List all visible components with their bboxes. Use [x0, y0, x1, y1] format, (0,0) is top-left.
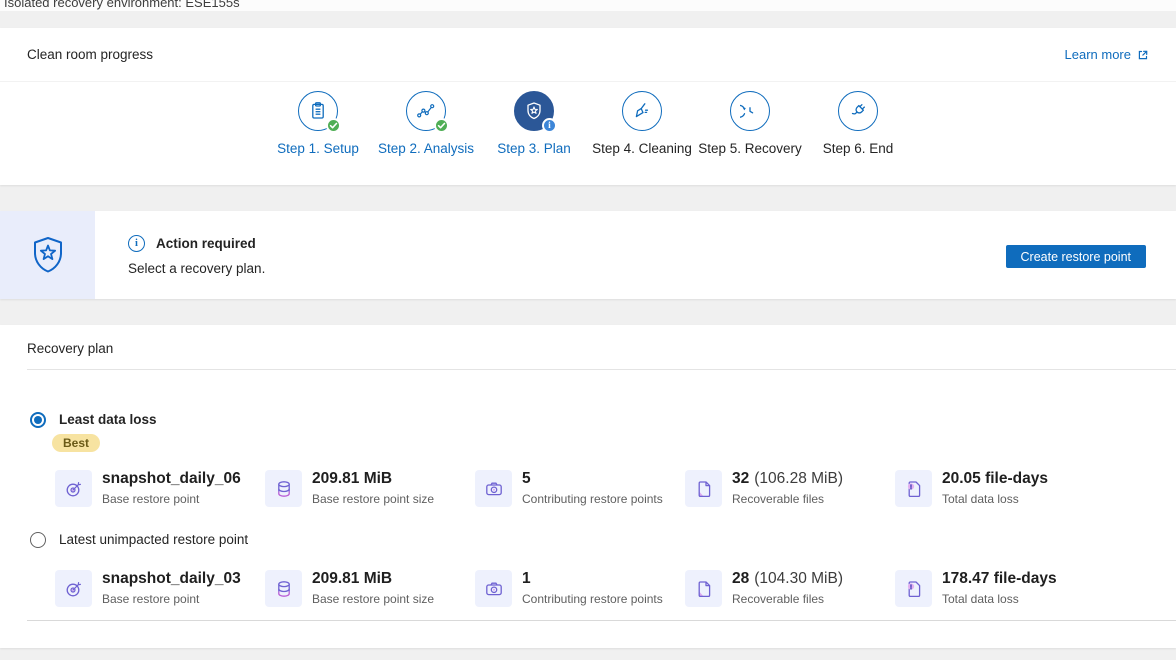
step-3-label: Step 3. Plan	[497, 141, 571, 156]
step-5-label: Step 5. Recovery	[698, 141, 802, 156]
step-5-recovery[interactable]: Step 5. Recovery	[696, 91, 804, 156]
step-6-label: Step 6. End	[823, 141, 894, 156]
stat-base-restore-point: snapshot_daily_06 Base restore point	[55, 470, 265, 507]
info-icon: i	[128, 235, 145, 252]
option-label: Latest unimpacted restore point	[59, 532, 248, 547]
radio-least-data-loss[interactable]	[30, 412, 46, 428]
step-3-plan[interactable]: i Step 3. Plan	[480, 91, 588, 156]
option-label: Least data loss	[59, 412, 157, 427]
step-6-end[interactable]: Step 6. End	[804, 91, 912, 156]
option-least-data-loss[interactable]: Least data loss	[0, 412, 1176, 428]
action-message: Select a recovery plan.	[128, 261, 265, 276]
step-1-setup[interactable]: Step 1. Setup	[264, 91, 372, 156]
divider	[27, 369, 1176, 370]
stat-base-restore-point: snapshot_daily_03 Base restore point	[55, 570, 265, 607]
best-badge: Best	[52, 434, 100, 452]
progress-header: Clean room progress Learn more	[0, 28, 1176, 82]
line-chart-icon	[416, 101, 436, 121]
option-1-stats: snapshot_daily_06 Base restore point 209…	[0, 470, 1176, 507]
step-4-label: Step 4. Cleaning	[592, 141, 692, 156]
check-badge-icon	[434, 118, 449, 133]
progress-title: Clean room progress	[27, 47, 153, 62]
camera-icon	[475, 470, 512, 507]
step-5-circle	[730, 91, 770, 131]
plug-icon	[848, 101, 868, 121]
learn-more-label: Learn more	[1065, 47, 1131, 62]
recovery-plan-title: Recovery plan	[0, 325, 1176, 369]
step-4-circle	[622, 91, 662, 131]
history-icon	[740, 101, 760, 121]
stat-recoverable-files: 28(104.30 MiB) Recoverable files	[685, 570, 895, 607]
target-icon	[55, 470, 92, 507]
option-2-stats: snapshot_daily_03 Base restore point 209…	[0, 570, 1176, 607]
action-content: i Action required Select a recovery plan…	[128, 235, 265, 276]
database-icon	[265, 470, 302, 507]
step-1-circle	[298, 91, 338, 131]
banner-icon-panel	[0, 211, 95, 299]
file-alert-icon	[895, 470, 932, 507]
clean-room-progress-card: Clean room progress Learn more	[0, 28, 1176, 185]
step-2-circle	[406, 91, 446, 131]
progress-steps: Step 1. Setup Step 2. Analysis	[0, 91, 1176, 156]
radio-latest-unimpacted[interactable]	[30, 532, 46, 548]
step-4-cleaning[interactable]: Step 4. Cleaning	[588, 91, 696, 156]
file-alert-icon	[895, 570, 932, 607]
clean-room-page: Isolated recovery environment: ESE155s C…	[0, 0, 1176, 660]
divider	[27, 620, 1176, 621]
info-badge-icon: i	[542, 118, 557, 133]
external-link-icon	[1137, 49, 1149, 61]
environment-bar: Isolated recovery environment: ESE155s	[0, 0, 1176, 11]
step-6-circle	[838, 91, 878, 131]
step-1-label: Step 1. Setup	[277, 141, 359, 156]
database-icon	[265, 570, 302, 607]
create-restore-point-button[interactable]: Create restore point	[1006, 245, 1146, 268]
learn-more-link[interactable]: Learn more	[1065, 47, 1149, 62]
file-icon	[685, 570, 722, 607]
option-latest-unimpacted[interactable]: Latest unimpacted restore point	[0, 532, 1176, 548]
check-badge-icon	[326, 118, 341, 133]
action-required-banner: i Action required Select a recovery plan…	[0, 211, 1176, 299]
stat-recoverable-files: 32(106.28 MiB) Recoverable files	[685, 470, 895, 507]
target-icon	[55, 570, 92, 607]
file-icon	[685, 470, 722, 507]
clipboard-icon	[308, 101, 328, 121]
shield-star-icon	[524, 101, 544, 121]
stat-contributing-restore-points: 1 Contributing restore points	[475, 570, 685, 607]
stat-total-data-loss: 178.47 file-days Total data loss	[895, 570, 1105, 607]
step-2-label: Step 2. Analysis	[378, 141, 474, 156]
broom-icon	[632, 101, 652, 121]
step-2-analysis[interactable]: Step 2. Analysis	[372, 91, 480, 156]
stat-total-data-loss: 20.05 file-days Total data loss	[895, 470, 1105, 507]
camera-icon	[475, 570, 512, 607]
recovery-plan-card: Recovery plan Least data loss Best snaps…	[0, 325, 1176, 648]
action-title: Action required	[156, 236, 256, 251]
environment-title: Isolated recovery environment: ESE155s	[4, 0, 240, 10]
stat-base-restore-point-size: 209.81 MiB Base restore point size	[265, 470, 475, 507]
step-3-circle: i	[514, 91, 554, 131]
shield-star-icon	[26, 233, 70, 277]
stat-contributing-restore-points: 5 Contributing restore points	[475, 470, 685, 507]
stat-base-restore-point-size: 209.81 MiB Base restore point size	[265, 570, 475, 607]
